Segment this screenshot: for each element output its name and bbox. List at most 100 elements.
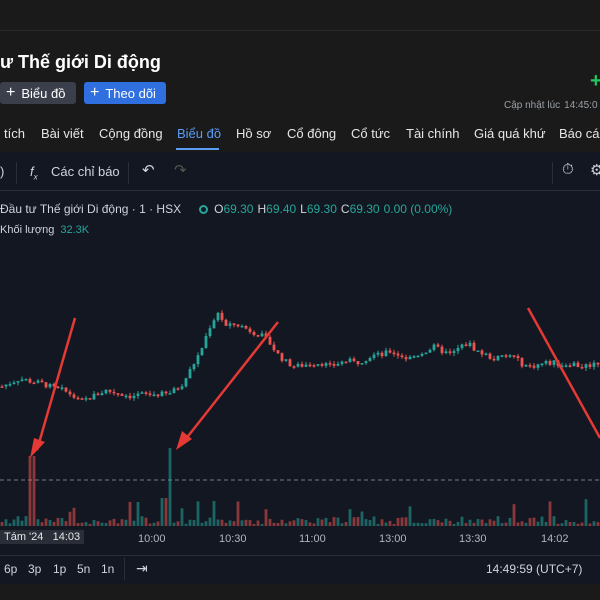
candle-body — [108, 389, 112, 392]
candle-body — [180, 386, 184, 389]
volume-bar — [596, 522, 600, 526]
volume-bar — [552, 516, 556, 526]
range-6p[interactable]: 6p — [4, 562, 17, 576]
chart-button-label: Biểu đồ — [21, 85, 66, 101]
volume-bar — [144, 517, 148, 526]
volume-bar — [584, 499, 588, 526]
add-icon[interactable]: + — [590, 70, 600, 93]
date-range-icon[interactable]: ⇥ — [136, 560, 148, 577]
tab-chart[interactable]: Biểu đồ — [177, 126, 221, 141]
divider — [124, 558, 125, 580]
tab-dividends[interactable]: Cổ tức — [351, 126, 390, 141]
candle-body — [404, 357, 408, 360]
tab-price-history[interactable]: Giá quá khứ — [474, 126, 546, 141]
candle-body — [232, 323, 236, 325]
candle-body — [364, 361, 368, 364]
candle-body — [588, 364, 592, 367]
candle-body — [84, 398, 88, 400]
candle-body — [468, 342, 472, 347]
volume-bar — [388, 520, 392, 526]
volume-bar — [448, 520, 452, 526]
range-1p[interactable]: 1p — [53, 562, 66, 576]
volume-bar — [512, 504, 516, 526]
tab-financials[interactable]: Tài chính — [406, 126, 459, 141]
volume-bar — [204, 521, 208, 526]
volume-bar — [480, 519, 484, 526]
volume-bar — [4, 519, 8, 526]
volume-bar — [292, 520, 296, 526]
range-3p[interactable]: 3p — [28, 562, 41, 576]
tab-shareholders[interactable]: Cổ đông — [287, 126, 336, 141]
candle-body — [376, 352, 380, 355]
price-chart[interactable] — [0, 190, 600, 530]
candle-body — [96, 393, 100, 396]
candle-body — [500, 355, 504, 357]
tab-analysis[interactable]: tích — [4, 126, 25, 141]
candle-body — [144, 392, 148, 394]
candle-body — [4, 384, 8, 387]
candle-body — [444, 351, 448, 354]
candle-body — [360, 363, 364, 365]
candle-body — [216, 312, 220, 321]
candle-body — [420, 353, 424, 356]
indicators-button[interactable]: Các chỉ báo — [51, 164, 120, 179]
candle-body — [56, 386, 60, 388]
volume-bar — [528, 518, 532, 526]
tab-profile[interactable]: Hồ sơ — [236, 126, 271, 141]
candle-body — [568, 365, 572, 367]
volume-bar — [104, 523, 108, 526]
volume-bar — [376, 523, 380, 526]
volume-label: Khối lượng — [0, 224, 55, 236]
follow-button[interactable]: + Theo dõi — [84, 82, 166, 104]
tab-community[interactable]: Cộng đồng — [99, 126, 163, 141]
redo-icon[interactable]: ↷ — [174, 161, 187, 179]
volume-bar — [236, 501, 240, 526]
volume-bar — [360, 511, 364, 526]
volume-bar — [44, 518, 48, 526]
chart-button[interactable]: + Biểu đồ — [0, 82, 76, 104]
volume-bar — [488, 519, 492, 526]
settings-icon[interactable]: ⚙ — [590, 161, 600, 179]
volume-bar — [148, 523, 152, 526]
range-5n[interactable]: 5n — [77, 562, 90, 576]
volume-bar — [264, 509, 268, 526]
candle-body — [8, 384, 12, 386]
chart-footer: 6p 3p 1p 5n 1n ⇥ 14:49:59 (UTC+7) — [0, 555, 600, 582]
candle-body — [172, 388, 176, 394]
volume-bar — [592, 521, 596, 526]
volume-bar — [560, 523, 564, 526]
range-1n[interactable]: 1n — [101, 562, 114, 576]
volume-bar — [160, 498, 164, 526]
alert-clock-icon[interactable]: ⏱ — [562, 161, 574, 178]
toolbar-left-icon[interactable]: ) — [0, 164, 4, 179]
function-icon[interactable]: fx — [30, 164, 38, 182]
volume-bar — [208, 517, 212, 526]
volume-bar — [8, 523, 12, 526]
candle-body — [272, 344, 276, 351]
volume-bar — [468, 519, 472, 526]
candle-body — [324, 363, 328, 366]
volume-bar — [36, 519, 40, 526]
volume-bar — [496, 516, 500, 526]
candle-body — [124, 395, 128, 398]
tick-label: 14:02 — [541, 533, 569, 545]
candle-body — [60, 387, 64, 389]
divider — [0, 30, 600, 31]
volume-bar — [508, 517, 512, 526]
undo-icon[interactable]: ↶ — [142, 161, 155, 179]
candle-body — [252, 331, 256, 336]
volume-bar — [556, 523, 560, 526]
volume-bar — [396, 517, 400, 526]
candle-body — [244, 325, 248, 329]
volume-bar — [288, 521, 292, 526]
tab-reports[interactable]: Báo các — [559, 126, 600, 141]
candle-body — [440, 346, 444, 354]
candle-body — [208, 328, 212, 336]
volume-bar — [24, 516, 28, 526]
volume-bar — [440, 522, 444, 526]
candle-body — [256, 335, 260, 337]
tab-articles[interactable]: Bài viết — [41, 126, 84, 141]
candle-body — [164, 391, 168, 394]
low-value: 69.30 — [306, 202, 337, 216]
candle-body — [372, 354, 376, 359]
